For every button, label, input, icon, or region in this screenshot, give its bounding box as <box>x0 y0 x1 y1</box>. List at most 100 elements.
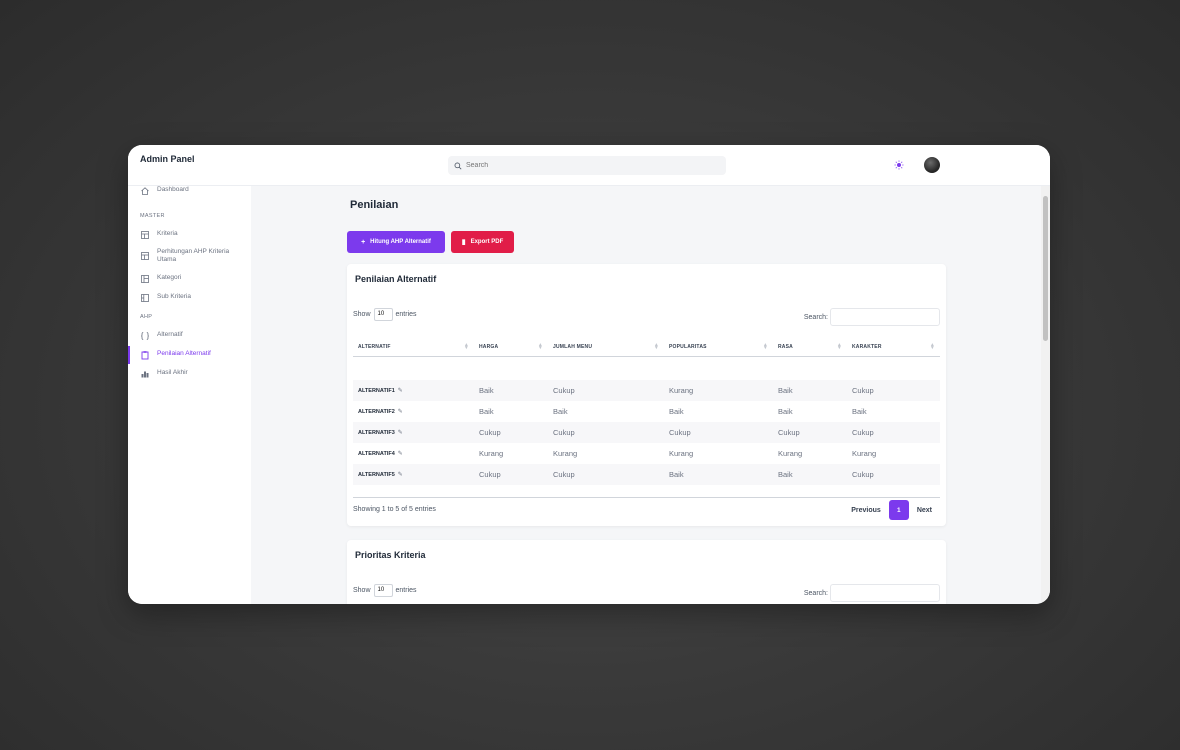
table-cell: Kurang <box>852 449 877 458</box>
sidebar-item-penilaian-alternatif[interactable]: Penilaian Alternatif <box>128 346 251 364</box>
sidebar-item-label: Alternatif <box>157 331 183 338</box>
top-bar: Admin Panel <box>128 145 1050 186</box>
previous-button[interactable]: Previous <box>843 507 889 514</box>
pagination: Previous 1 Next <box>843 500 940 520</box>
table-footer-divider <box>353 497 940 498</box>
table-row: ALTERNATIF1 ✎ Baik Cukup Kurang Baik Cuku… <box>353 380 940 401</box>
prioritas-kriteria-card: Prioritas Kriteria Show 10 entries Searc… <box>347 540 946 604</box>
table-cell: Baik <box>773 464 847 485</box>
app-window: Admin Panel Dashboard MASTER Kriteria <box>128 145 1050 604</box>
entries-label: entries <box>395 311 417 318</box>
scrollbar-thumb[interactable] <box>1043 196 1048 341</box>
search-input[interactable] <box>466 162 716 169</box>
penilaian-alternatif-card: Penilaian Alternatif Show 10 entries Sea… <box>347 264 946 526</box>
bar-chart-icon <box>141 371 149 378</box>
edit-icon[interactable]: ✎ <box>398 472 403 478</box>
sort-icon: ▲ ▼ <box>836 342 842 351</box>
table-search: Search: <box>804 584 940 602</box>
sun-icon[interactable] <box>894 160 904 170</box>
table-cell: Cukup <box>548 464 664 485</box>
table-search-input[interactable] <box>830 584 940 602</box>
table-row: ALTERNATIF3 ✎ Cukup Cukup Cukup Cukup Cuk… <box>353 422 940 443</box>
search-icon <box>454 162 462 169</box>
table-cell: Cukup <box>847 422 940 443</box>
table-search-input[interactable] <box>830 308 940 326</box>
sort-icon: ▲ ▼ <box>463 342 469 351</box>
alternatif-cell: ALTERNATIF2 ✎ <box>358 409 403 415</box>
layout-icon <box>141 294 149 302</box>
export-pdf-button[interactable]: ▮ Export PDF <box>451 231 514 253</box>
sidebar-item-label: Sub Kriteria <box>157 293 191 300</box>
section-label-ahp: AHP <box>140 314 153 320</box>
table-cell: Kurang <box>778 449 803 458</box>
entries-length: Show 10 entries <box>353 308 417 321</box>
sidebar-item-label: Hasil Akhir <box>157 369 188 376</box>
hitung-ahp-label: Hitung AHP Alternatif <box>370 239 431 245</box>
braces-icon <box>141 332 149 340</box>
card-title: Penilaian Alternatif <box>355 274 437 284</box>
section-label-master: MASTER <box>140 213 165 219</box>
avatar[interactable] <box>924 157 940 173</box>
sidebar-item-perhitungan[interactable]: Perhitungan AHP Kriteria Utama <box>128 248 251 264</box>
sidebar-item-label: Kategori <box>157 274 182 281</box>
penilaian-table: ALTERNATIF ▲ ▼ HARGA ▲ ▼ JUMLAH MENU ▲ ▼ POPUL… <box>353 339 940 485</box>
home-icon <box>141 187 149 195</box>
main-content: Penilaian + Hitung AHP Alternatif ▮ Expo… <box>251 186 1041 604</box>
column-header[interactable]: POPULARITAS ▲ ▼ <box>664 339 773 357</box>
sidebar: Dashboard MASTER Kriteria Perhitungan AH… <box>128 186 251 604</box>
alternatif-cell: ALTERNATIF1 ✎ <box>353 380 474 401</box>
page-button-1[interactable]: 1 <box>888 500 909 520</box>
sidebar-item-kriteria[interactable]: Kriteria <box>128 230 251 240</box>
sidebar-item-sub-kriteria[interactable]: Sub Kriteria <box>128 293 251 303</box>
table-cell: Baik <box>669 407 684 416</box>
scrollbar[interactable] <box>1041 186 1050 604</box>
table-cell: Baik <box>479 407 494 416</box>
table-row: ALTERNATIF5 ✎ Cukup Cukup Baik Baik Cukup <box>353 464 940 485</box>
search-label: Search: <box>803 589 828 597</box>
table-cell: Baik <box>778 407 793 416</box>
sidebar-item-kategori[interactable]: Kategori <box>128 274 251 284</box>
column-header[interactable]: HARGA ▲ ▼ <box>474 339 548 357</box>
sidebar-item-dashboard[interactable]: Dashboard <box>128 186 251 196</box>
column-header[interactable]: ALTERNATIF ▲ ▼ <box>353 339 474 357</box>
brand-title: Admin Panel <box>140 154 195 164</box>
table-cell: Kurang <box>553 449 578 458</box>
search-box[interactable] <box>448 156 726 175</box>
table-cell: Baik <box>553 407 568 416</box>
edit-icon[interactable]: ✎ <box>398 430 403 436</box>
table-cell: Kurang <box>664 380 773 401</box>
table-cell: Cukup <box>474 464 548 485</box>
alternatif-cell: ALTERNATIF4 ✎ <box>358 451 403 457</box>
next-button[interactable]: Next <box>909 507 940 514</box>
hitung-ahp-button[interactable]: + Hitung AHP Alternatif <box>347 231 445 253</box>
table-cell: Cukup <box>474 422 548 443</box>
export-pdf-label: Export PDF <box>470 239 504 245</box>
table-cell: Cukup <box>548 380 664 401</box>
alternatif-cell: ALTERNATIF3 ✎ <box>353 422 474 443</box>
showing-info: Showing 1 to 5 of 5 entries <box>353 506 436 513</box>
table-cell: Baik <box>664 464 773 485</box>
entries-length: Show 10 entries <box>353 584 417 597</box>
sidebar-item-alternatif[interactable]: Alternatif <box>128 331 251 341</box>
show-label: Show <box>353 311 371 318</box>
table-row: ALTERNATIF2 ✎ Baik Baik Baik Baik Baik <box>353 401 940 422</box>
edit-icon[interactable]: ✎ <box>398 388 403 394</box>
table-search: Search: <box>804 308 940 326</box>
column-header[interactable]: RASA ▲ ▼ <box>773 339 847 357</box>
card-title: Prioritas Kriteria <box>355 550 426 560</box>
entries-select[interactable]: 10 <box>373 308 393 321</box>
sidebar-item-hasil-akhir[interactable]: Hasil Akhir <box>128 369 251 379</box>
table-row: ALTERNATIF4 ✎ Kurang Kurang Kurang Kurang… <box>353 443 940 464</box>
sort-icon: ▲ ▼ <box>929 342 935 351</box>
table-cell: Cukup <box>773 422 847 443</box>
edit-icon[interactable]: ✎ <box>398 451 403 457</box>
show-label: Show <box>353 587 371 594</box>
entries-select[interactable]: 10 <box>373 584 393 597</box>
search-label: Search: <box>803 313 828 321</box>
file-icon: ▮ <box>461 239 466 246</box>
column-header[interactable]: KARAKTER ▲ ▼ <box>847 339 940 357</box>
column-header[interactable]: JUMLAH MENU ▲ ▼ <box>548 339 664 357</box>
edit-icon[interactable]: ✎ <box>398 409 403 415</box>
table-cell: Kurang <box>669 449 694 458</box>
table-cell: Cukup <box>847 380 940 401</box>
